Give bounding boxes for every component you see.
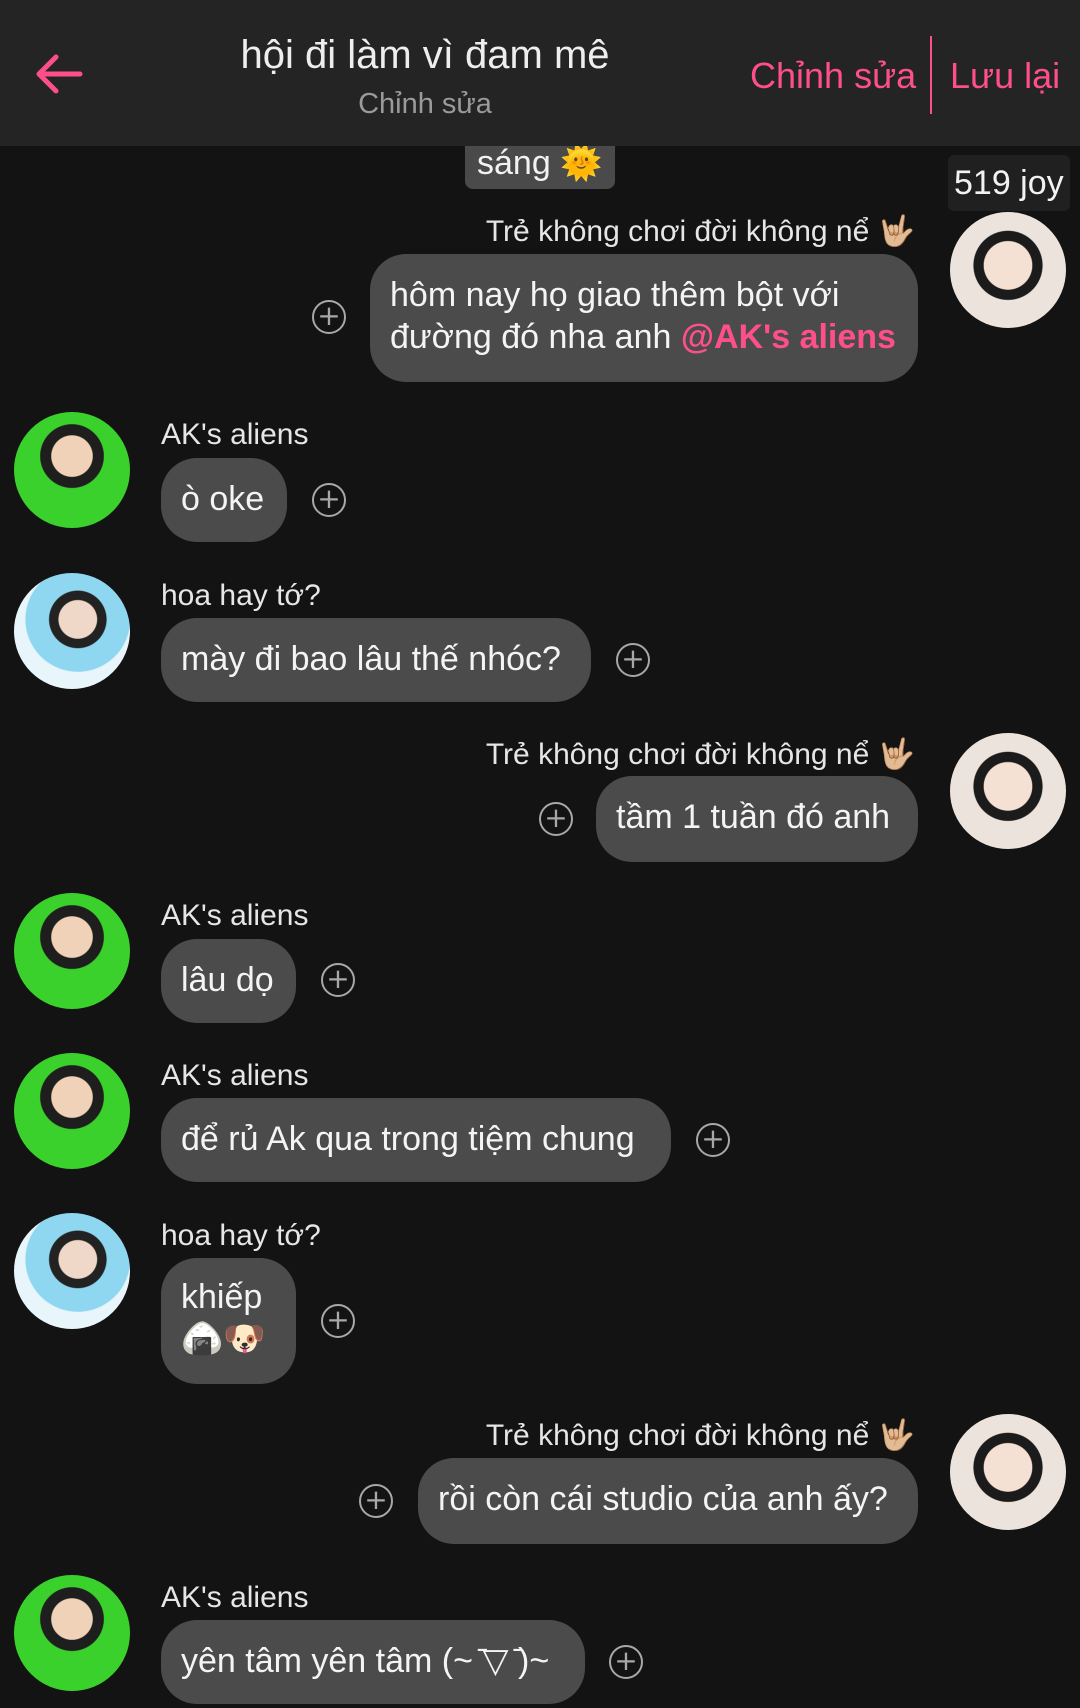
- add-reaction-icon[interactable]: +: [321, 1304, 355, 1338]
- save-button[interactable]: Lưu lại: [950, 52, 1060, 100]
- back-arrow-icon[interactable]: [30, 48, 86, 100]
- sender-name: AK's aliens: [161, 1059, 309, 1092]
- message-bubble[interactable]: yên tâm yên tâm (~ ̄▽ ̄)~: [161, 1620, 585, 1704]
- message-bubble[interactable]: lâu dọ: [161, 939, 296, 1023]
- rock-hand-icon: 🤟🏼: [877, 1418, 915, 1453]
- joy-count-badge: 519 joy: [948, 155, 1070, 211]
- green-shirt-avatar[interactable]: [14, 1575, 130, 1691]
- add-reaction-icon[interactable]: +: [359, 1484, 393, 1518]
- add-reaction-icon[interactable]: +: [616, 643, 650, 677]
- message-bubble[interactable]: để rủ Ak qua trong tiệm chung: [161, 1098, 671, 1182]
- pool-avatar[interactable]: [14, 573, 130, 689]
- pool-avatar[interactable]: [14, 1213, 130, 1329]
- add-reaction-icon[interactable]: +: [609, 1645, 643, 1679]
- sender-name: hoa hay tớ?: [161, 1219, 321, 1252]
- message-bubble[interactable]: khiếp 🍙🐶: [161, 1258, 296, 1384]
- chat-subtitle: Chỉnh sửa: [358, 88, 492, 120]
- time-of-day-label: sáng: [477, 144, 551, 182]
- message-text: khiếp: [181, 1278, 263, 1316]
- message-bubble[interactable]: mày đi bao lâu thế nhóc?: [161, 618, 591, 702]
- rock-hand-icon: 🤟🏼: [877, 737, 915, 772]
- header-divider: [930, 36, 932, 114]
- sender-name: hoa hay tớ?: [161, 579, 321, 612]
- sender-name: Trẻ không chơi đời không nể 🤟🏼: [485, 214, 915, 249]
- sender-name: AK's aliens: [161, 418, 309, 451]
- add-reaction-icon[interactable]: +: [696, 1123, 730, 1157]
- add-reaction-icon[interactable]: +: [539, 802, 573, 836]
- add-reaction-icon[interactable]: +: [312, 483, 346, 517]
- chat-header: hội đi làm vì đam mê Chỉnh sửa Chỉnh sửa…: [0, 0, 1080, 146]
- rock-hand-icon: 🤟🏼: [877, 214, 915, 249]
- add-reaction-icon[interactable]: +: [312, 300, 346, 334]
- add-reaction-icon[interactable]: +: [321, 963, 355, 997]
- message-line: đường đó nha anh @AK's aliens: [390, 318, 896, 356]
- green-shirt-avatar[interactable]: [14, 1053, 130, 1169]
- edit-button[interactable]: Chỉnh sửa: [750, 52, 916, 100]
- header-title-block: hội đi làm vì đam mê Chỉnh sửa: [200, 30, 650, 124]
- boy-avatar[interactable]: [950, 733, 1066, 849]
- message-bubble[interactable]: ò oke: [161, 458, 287, 542]
- chat-title: hội đi làm vì đam mê: [240, 33, 610, 77]
- mention-link[interactable]: @AK's aliens: [681, 318, 896, 356]
- boy-avatar[interactable]: [950, 1414, 1066, 1530]
- sun-icon: 🌞: [560, 143, 603, 183]
- green-shirt-avatar[interactable]: [14, 412, 130, 528]
- message-bubble[interactable]: hôm nay họ giao thêm bột với đường đó nh…: [370, 254, 918, 382]
- sender-name: Trẻ không chơi đời không nể 🤟🏼: [485, 1418, 915, 1453]
- message-line: hôm nay họ giao thêm bột với: [390, 276, 840, 314]
- green-shirt-avatar[interactable]: [14, 893, 130, 1009]
- boy-avatar[interactable]: [950, 212, 1066, 328]
- message-bubble[interactable]: rồi còn cái studio của anh ấy?: [418, 1458, 918, 1544]
- sender-name: Trẻ không chơi đời không nể 🤟🏼: [485, 737, 915, 772]
- sender-name: AK's aliens: [161, 899, 309, 932]
- message-bubble[interactable]: tầm 1 tuần đó anh: [596, 776, 918, 862]
- sender-name: AK's aliens: [161, 1581, 309, 1614]
- riceball-dog-emoji-icon: 🍙🐶: [181, 1319, 266, 1359]
